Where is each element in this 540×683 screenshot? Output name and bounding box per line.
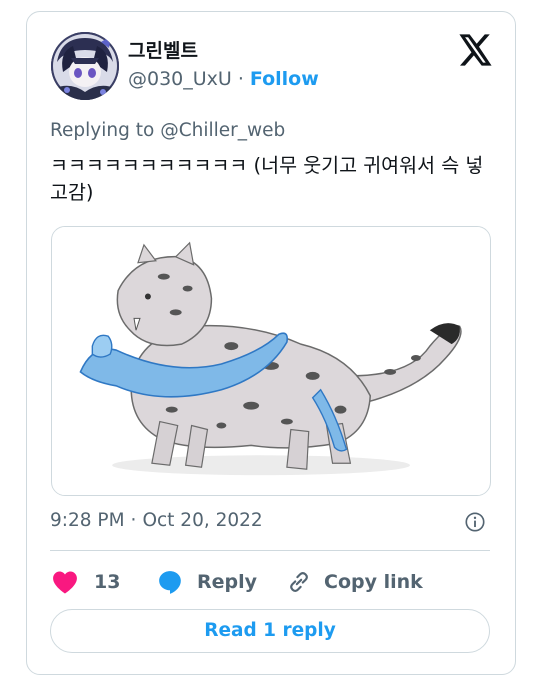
handle-row: @030_UxU · Follow xyxy=(128,68,319,90)
like-count: 13 xyxy=(94,571,121,593)
divider xyxy=(50,550,490,551)
separator-dot: · xyxy=(237,68,244,90)
replying-mention[interactable]: @Chiller_web xyxy=(160,120,285,141)
timestamp-separator: · xyxy=(130,510,137,531)
tweet-card: 그린벨트 @030_UxU · Follow Replying to @Chille… xyxy=(26,11,516,675)
display-name[interactable]: 그린벨트 xyxy=(128,36,198,63)
handle[interactable]: @030_UxU xyxy=(128,68,232,90)
tweet-date: Oct 20, 2022 xyxy=(142,510,263,531)
action-bar: 13 Reply Copy link xyxy=(50,564,490,600)
snow-leopard-drawing xyxy=(52,227,490,495)
info-icon[interactable] xyxy=(464,511,486,533)
x-logo-icon[interactable] xyxy=(459,34,493,66)
like-button[interactable]: 13 xyxy=(52,564,120,600)
tweet-text: ㅋㅋㅋㅋㅋㅋㅋㅋㅋㅋㅋ (너무 웃기고 귀여워서 슥 넣고감) xyxy=(50,154,484,204)
reply-button[interactable]: Reply xyxy=(157,564,257,600)
reply-label: Reply xyxy=(197,571,258,593)
read-replies-button[interactable]: Read 1 reply xyxy=(50,609,490,653)
follow-link[interactable]: Follow xyxy=(250,68,319,90)
copy-link-label: Copy link xyxy=(324,571,423,593)
link-icon xyxy=(290,571,308,593)
timestamp[interactable]: 9:28 PM · Oct 20, 2022 xyxy=(50,510,263,531)
replying-prefix: Replying to xyxy=(50,120,155,141)
avatar-image xyxy=(51,32,119,100)
tweet-time: 9:28 PM xyxy=(50,510,125,531)
replying-to: Replying to @Chiller_web xyxy=(50,120,285,141)
copy-link-button[interactable]: Copy link xyxy=(286,564,423,600)
media-image[interactable] xyxy=(51,226,491,496)
avatar[interactable] xyxy=(51,32,119,100)
reply-bubble-icon xyxy=(159,571,181,594)
heart-icon xyxy=(53,571,77,594)
